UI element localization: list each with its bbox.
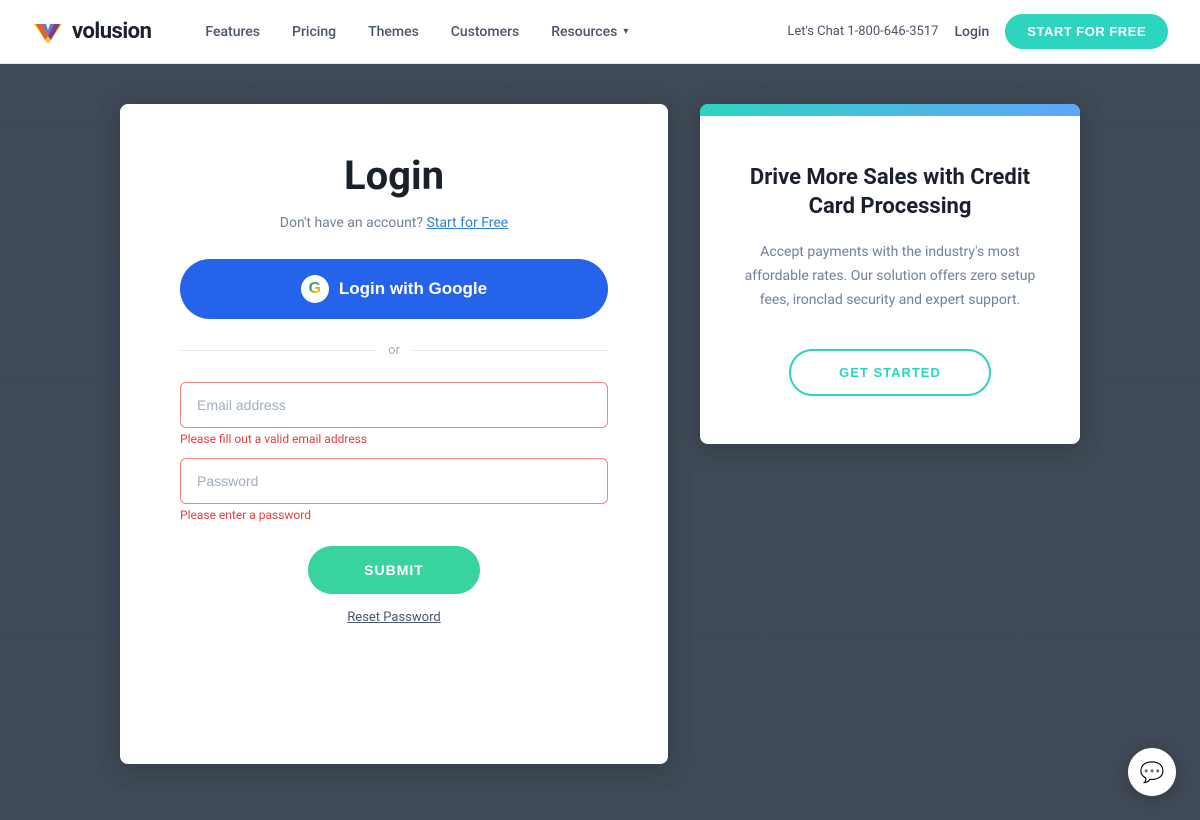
nav-item-themes[interactable]: Themes: [354, 16, 433, 48]
logo-text: volusion: [72, 19, 151, 44]
promo-card-accent: [700, 104, 1080, 116]
email-input[interactable]: [180, 382, 608, 428]
nav-start-free-button[interactable]: START FOR FREE: [1005, 14, 1168, 49]
divider-line-right: [412, 350, 608, 351]
reset-password-link[interactable]: Reset Password: [180, 610, 608, 625]
password-error-message: Please enter a password: [180, 508, 608, 522]
nav-item-customers[interactable]: Customers: [437, 16, 533, 48]
nav-links: Features Pricing Themes Customers Resour…: [191, 16, 787, 48]
chat-icon: 💬: [1140, 760, 1165, 784]
email-form-group: Please fill out a valid email address: [180, 382, 608, 446]
nav-item-pricing[interactable]: Pricing: [278, 16, 350, 48]
chevron-down-icon: ▾: [623, 26, 628, 37]
logo[interactable]: volusion: [32, 16, 151, 48]
password-form-group: Please enter a password: [180, 458, 608, 522]
navbar: volusion Features Pricing Themes Custome…: [0, 0, 1200, 64]
main-content: Login Don't have an account? Start for F…: [0, 64, 1200, 804]
login-card: Login Don't have an account? Start for F…: [120, 104, 668, 764]
promo-description: Accept payments with the industry's most…: [740, 241, 1040, 312]
promo-card: Drive More Sales with Credit Card Proces…: [700, 104, 1080, 444]
login-subtitle: Don't have an account? Start for Free: [180, 215, 608, 231]
nav-item-resources[interactable]: Resources ▾: [537, 16, 642, 48]
nav-login-link[interactable]: Login: [954, 24, 989, 40]
nav-chat-text: Let's Chat 1-800-646-3517: [787, 24, 938, 39]
google-login-button[interactable]: G Login with Google: [180, 259, 608, 319]
volusion-logo-icon: [32, 16, 64, 48]
promo-title: Drive More Sales with Credit Card Proces…: [740, 164, 1040, 221]
password-input[interactable]: [180, 458, 608, 504]
nav-item-features[interactable]: Features: [191, 16, 274, 48]
chat-bubble-button[interactable]: 💬: [1128, 748, 1176, 796]
divider-line-left: [180, 350, 376, 351]
promo-get-started-button[interactable]: GET STARTED: [789, 349, 991, 396]
login-title: Login: [180, 152, 608, 199]
promo-card-body: Drive More Sales with Credit Card Proces…: [700, 116, 1080, 444]
submit-button[interactable]: SUBMIT: [308, 546, 480, 594]
email-error-message: Please fill out a valid email address: [180, 432, 608, 446]
google-icon: G: [301, 275, 329, 303]
or-divider: or: [180, 343, 608, 358]
start-free-link[interactable]: Start for Free: [426, 215, 508, 231]
nav-right: Let's Chat 1-800-646-3517 Login START FO…: [787, 14, 1168, 49]
